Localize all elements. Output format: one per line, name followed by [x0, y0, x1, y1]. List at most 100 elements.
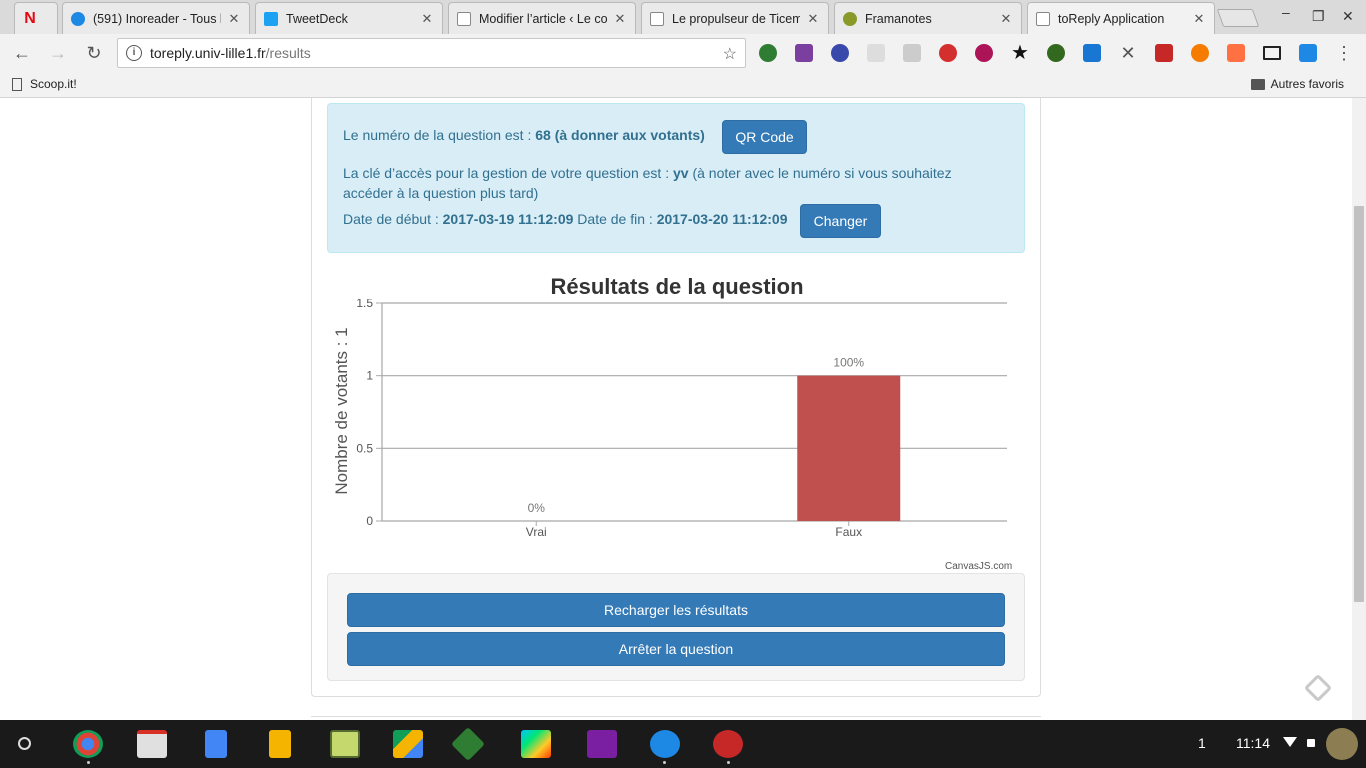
x-axis-ticks: Vrai Faux: [526, 521, 862, 539]
close-icon[interactable]: ✕: [1192, 11, 1206, 27]
address-bar[interactable]: i toreply.univ-lille1.fr/results ☆: [117, 38, 746, 68]
onenote-icon[interactable]: [795, 44, 813, 62]
terminal-icon[interactable]: [330, 730, 360, 758]
extension-blue-icon[interactable]: [1299, 44, 1317, 62]
gmail-icon[interactable]: [137, 730, 167, 758]
start-date: 2017-03-19 11:12:09: [442, 211, 574, 227]
feedly-app-icon[interactable]: [451, 727, 485, 761]
extension-red-icon[interactable]: [1155, 44, 1173, 62]
opera-icon[interactable]: [939, 44, 957, 62]
gallery-icon[interactable]: [713, 730, 743, 758]
tab-title: TweetDeck: [286, 11, 348, 26]
tab-propulseur[interactable]: Le propulseur de Ticem ✕: [641, 2, 829, 34]
info-icon[interactable]: i: [126, 45, 142, 61]
data-label: 100%: [833, 356, 864, 370]
access-key-line-2: accéder à la question plus tard): [343, 185, 539, 201]
end-date: 2017-03-20 11:12:09: [656, 211, 788, 227]
reload-results-button[interactable]: Recharger les résultats: [347, 593, 1005, 627]
tab-inoreader[interactable]: (591) Inoreader - Tous le ✕: [62, 2, 250, 34]
gif-icon[interactable]: [867, 44, 885, 62]
tab-framanotes[interactable]: Framanotes ✕: [834, 2, 1022, 34]
clock[interactable]: 11:14: [1236, 735, 1270, 751]
minimize-icon[interactable]: –: [1282, 4, 1290, 20]
docs-icon[interactable]: [205, 730, 227, 758]
page-viewport: Le numéro de la question est : 68 (à don…: [0, 98, 1366, 720]
back-icon[interactable]: ←: [10, 42, 34, 64]
data-label: 0%: [528, 501, 546, 515]
page-icon: [650, 11, 664, 26]
inoreader-icon: [71, 11, 85, 26]
qr-code-button[interactable]: QR Code: [722, 120, 807, 154]
scrollbar-thumb[interactable]: [1354, 206, 1364, 602]
chrome-icon[interactable]: [73, 730, 103, 758]
files-icon[interactable]: [650, 730, 680, 758]
bookmark-other-favorites[interactable]: Autres favoris: [1250, 77, 1344, 91]
url-host: toreply.univ-lille1.fr: [150, 45, 266, 61]
framanotes-icon: [843, 11, 857, 26]
maximize-icon[interactable]: ❐: [1312, 8, 1325, 25]
tab-modifier-article[interactable]: Modifier l’article ‹ Le cou ✕: [448, 2, 636, 34]
tab-strip: N (591) Inoreader - Tous le ✕ TweetDeck …: [0, 0, 1366, 35]
close-icon[interactable]: ✕: [420, 11, 434, 27]
y-tick-label: 0: [366, 514, 373, 528]
question-number: 68 (à donner aux votants): [535, 127, 705, 143]
star-extension-icon[interactable]: ★: [1011, 43, 1029, 63]
tools-icon[interactable]: ✕: [1119, 44, 1137, 62]
close-icon[interactable]: ✕: [227, 11, 241, 27]
tab-title: Framanotes: [865, 11, 932, 26]
feedly-icon[interactable]: [1303, 673, 1333, 703]
canvasjs-credit[interactable]: CanvasJS.com: [945, 561, 1012, 572]
change-dates-button[interactable]: Changer: [800, 204, 881, 238]
extension-ring-icon[interactable]: [975, 44, 993, 62]
extension-feed-icon[interactable]: [1227, 44, 1245, 62]
page-icon: [1036, 12, 1050, 26]
y-tick-label: 1: [366, 369, 373, 383]
bookmark-scoopit[interactable]: Scoop.it!: [12, 77, 77, 91]
rss-icon[interactable]: [903, 44, 921, 62]
screen-icon[interactable]: [1263, 46, 1281, 60]
play-store-icon[interactable]: [521, 730, 551, 758]
cast-icon[interactable]: [1083, 44, 1101, 62]
y-tick-label: 1.5: [356, 299, 373, 310]
avatar[interactable]: [1326, 728, 1358, 760]
onenote-app-icon[interactable]: [587, 730, 617, 758]
netflix-icon: N: [24, 9, 36, 27]
new-tab-button[interactable]: [1216, 9, 1260, 27]
stop-question-button[interactable]: Arrêter la question: [347, 632, 1005, 666]
tab-toreply[interactable]: toReply Application ✕: [1027, 2, 1215, 35]
close-icon[interactable]: ✕: [613, 11, 627, 27]
lock-icon: [1307, 739, 1315, 747]
extension-icon[interactable]: [759, 44, 777, 62]
question-info-box: Le numéro de la question est : 68 (à don…: [327, 103, 1025, 253]
reload-icon[interactable]: ↻: [82, 42, 106, 64]
close-window-icon[interactable]: ✕: [1342, 8, 1354, 25]
question-number-line: Le numéro de la question est : 68 (à don…: [343, 127, 705, 143]
bookmark-star-icon[interactable]: ☆: [723, 44, 737, 64]
actions-well: Recharger les résultats Arrêter la quest…: [327, 573, 1025, 681]
extension-k-icon[interactable]: [831, 44, 849, 62]
forward-icon[interactable]: →: [46, 42, 70, 64]
drive-icon[interactable]: [393, 730, 423, 758]
y-axis-ticks: 0 0.5 1 1.5: [356, 299, 373, 528]
folder-icon: [1250, 78, 1265, 90]
extension-orange-icon[interactable]: [1191, 44, 1209, 62]
launcher-icon[interactable]: [18, 737, 31, 750]
chart-bars: [797, 375, 901, 521]
bookmark-label: Scoop.it!: [30, 77, 77, 91]
slides-icon[interactable]: [269, 730, 291, 758]
notification-count[interactable]: 1: [1198, 735, 1206, 751]
footer-divider: [311, 716, 1041, 717]
tab-tweetdeck[interactable]: TweetDeck ✕: [255, 2, 443, 34]
results-panel: Le numéro de la question est : 68 (à don…: [311, 98, 1041, 697]
menu-icon[interactable]: ⋮: [1335, 44, 1353, 62]
close-icon[interactable]: ✕: [806, 11, 820, 27]
wifi-icon[interactable]: [1283, 737, 1297, 747]
browser-toolbar: ← → ↻ i toreply.univ-lille1.fr/results ☆…: [0, 34, 1366, 72]
access-key: yv: [672, 165, 689, 181]
close-icon[interactable]: ✕: [999, 11, 1013, 27]
tab-title: (591) Inoreader - Tous le: [93, 11, 221, 26]
tab-netflix[interactable]: N: [14, 2, 58, 34]
bar-faux: [797, 375, 901, 521]
extension-green-icon[interactable]: [1047, 44, 1065, 62]
scrollbar[interactable]: [1352, 98, 1366, 720]
